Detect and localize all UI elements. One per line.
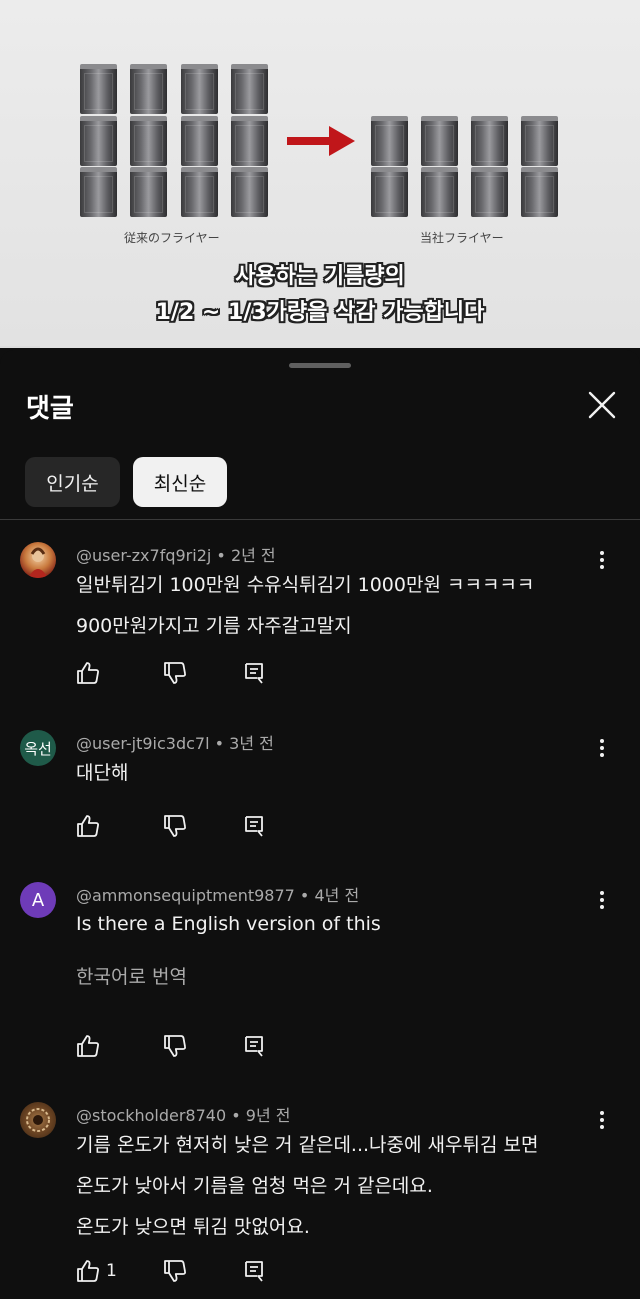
fryer-block: [130, 116, 167, 166]
dislike-icon[interactable]: [162, 1033, 188, 1059]
comment-meta: @user-zx7fq9ri2j • 2년 전: [76, 542, 276, 566]
caption-left: 従来のフライヤー: [124, 231, 220, 245]
fryer-block: [80, 116, 117, 166]
fryer-block: [371, 167, 408, 217]
fryer-block: [231, 64, 268, 114]
comment-text: 일반튀김기 100만원 수유식튀김기 1000만원 ㅋㅋㅋㅋㅋ 900만원가지고…: [76, 565, 534, 647]
comment-age: 4년 전: [314, 886, 360, 905]
meta-separator: •: [214, 734, 225, 753]
divider: [0, 519, 640, 520]
comment-line: 일반튀김기 100만원 수유식튀김기 1000만원 ㅋㅋㅋㅋㅋ: [76, 574, 535, 596]
dislike-icon[interactable]: [162, 1258, 188, 1284]
comment-author[interactable]: @stockholder8740: [76, 1106, 226, 1125]
avatar[interactable]: 옥선: [20, 730, 56, 766]
comment-age: 3년 전: [229, 734, 274, 753]
fryer-block: [521, 116, 558, 166]
sort-chip-popular[interactable]: 인기순: [25, 457, 120, 507]
more-vert-icon[interactable]: [590, 548, 614, 572]
video-progress-bar[interactable]: [0, 346, 40, 348]
fryer-block: [371, 116, 408, 166]
fryer-block: [471, 167, 508, 217]
panel-title: 댓글: [26, 394, 74, 424]
fryer-block: [80, 167, 117, 217]
drag-handle[interactable]: [289, 363, 351, 368]
comment-line: 온도가 낮아서 기름을 엄청 먹은 거 같은데요.: [76, 1175, 433, 1197]
avatar[interactable]: [20, 1102, 56, 1138]
fryer-block: [421, 167, 458, 217]
fryer-block: [421, 116, 458, 166]
avatar[interactable]: A: [20, 882, 56, 918]
video-player[interactable]: 従来のフライヤー 当社フライヤー 사용하는 기름량의 1/2 ~ 1/3가량을 …: [0, 0, 640, 348]
comment-author[interactable]: @user-zx7fq9ri2j: [76, 546, 211, 565]
reply-icon[interactable]: [241, 813, 267, 839]
comment-line: 온도가 낮으면 튀김 맛없어요.: [76, 1216, 310, 1238]
fryer-block: [181, 64, 218, 114]
more-vert-icon[interactable]: [590, 736, 614, 760]
comment-author[interactable]: @ammonsequiptment9877: [76, 886, 295, 905]
fryer-block: [80, 64, 117, 114]
fryer-block: [130, 167, 167, 217]
comment-line: 대단해: [76, 762, 129, 784]
dislike-icon[interactable]: [162, 813, 188, 839]
comments-panel: 댓글 인기순 최신순 @user-zx7fq9ri2j • 2년 전 일반튀김기…: [0, 350, 640, 1299]
fryer-block: [181, 167, 218, 217]
like-icon[interactable]: [75, 1033, 101, 1059]
comment-text: 대단해: [76, 753, 128, 794]
meta-separator: •: [231, 1106, 241, 1125]
comment-age: 2년 전: [230, 546, 276, 565]
red-arrow-icon: [287, 137, 331, 145]
fryer-block: [521, 167, 558, 217]
like-icon[interactable]: [75, 1258, 101, 1284]
reply-icon[interactable]: [241, 660, 267, 686]
comment-age: 9년 전: [245, 1106, 291, 1125]
more-vert-icon[interactable]: [590, 1108, 614, 1132]
reply-icon[interactable]: [241, 1258, 267, 1284]
red-arrow-head: [329, 126, 355, 156]
comment-text: 기름 온도가 현저히 낮은 거 같은데...나중에 새우튀김 보면 온도가 낮아…: [76, 1125, 538, 1248]
like-count: 1: [106, 1261, 117, 1281]
reply-icon[interactable]: [241, 1033, 267, 1059]
fryer-block: [181, 116, 218, 166]
fryer-block: [231, 116, 268, 166]
more-vert-icon[interactable]: [590, 888, 614, 912]
meta-separator: •: [299, 886, 310, 905]
subtitle-line-2: 1/2 ~ 1/3가량을 삭감 가능합니다: [155, 300, 485, 325]
comment-author[interactable]: @user-jt9ic3dc7l: [76, 734, 210, 753]
comment-meta: @stockholder8740 • 9년 전: [76, 1102, 290, 1126]
comment-line: 900만원가지고 기름 자주갈고말지: [76, 615, 352, 637]
like-icon[interactable]: [75, 813, 101, 839]
dislike-icon[interactable]: [162, 660, 188, 686]
fryer-block: [231, 167, 268, 217]
subtitle-line-1: 사용하는 기름량의: [235, 264, 405, 289]
close-icon[interactable]: [585, 388, 619, 422]
meta-separator: •: [216, 546, 226, 565]
like-icon[interactable]: [75, 660, 101, 686]
comment-meta: @ammonsequiptment9877 • 4년 전: [76, 882, 359, 906]
caption-right: 当社フライヤー: [420, 231, 504, 245]
fryer-block: [130, 64, 167, 114]
comment-text: Is there a English version of this: [76, 904, 381, 945]
translate-link[interactable]: 한국어로 번역: [76, 962, 187, 989]
sort-chip-newest[interactable]: 최신순: [133, 457, 227, 507]
comment-meta: @user-jt9ic3dc7l • 3년 전: [76, 730, 274, 754]
comment-line: 기름 온도가 현저히 낮은 거 같은데...나중에 새우튀김 보면: [76, 1134, 539, 1156]
avatar[interactable]: [20, 542, 56, 578]
comment-line: Is there a English version of this: [76, 913, 381, 935]
fryer-block: [471, 116, 508, 166]
